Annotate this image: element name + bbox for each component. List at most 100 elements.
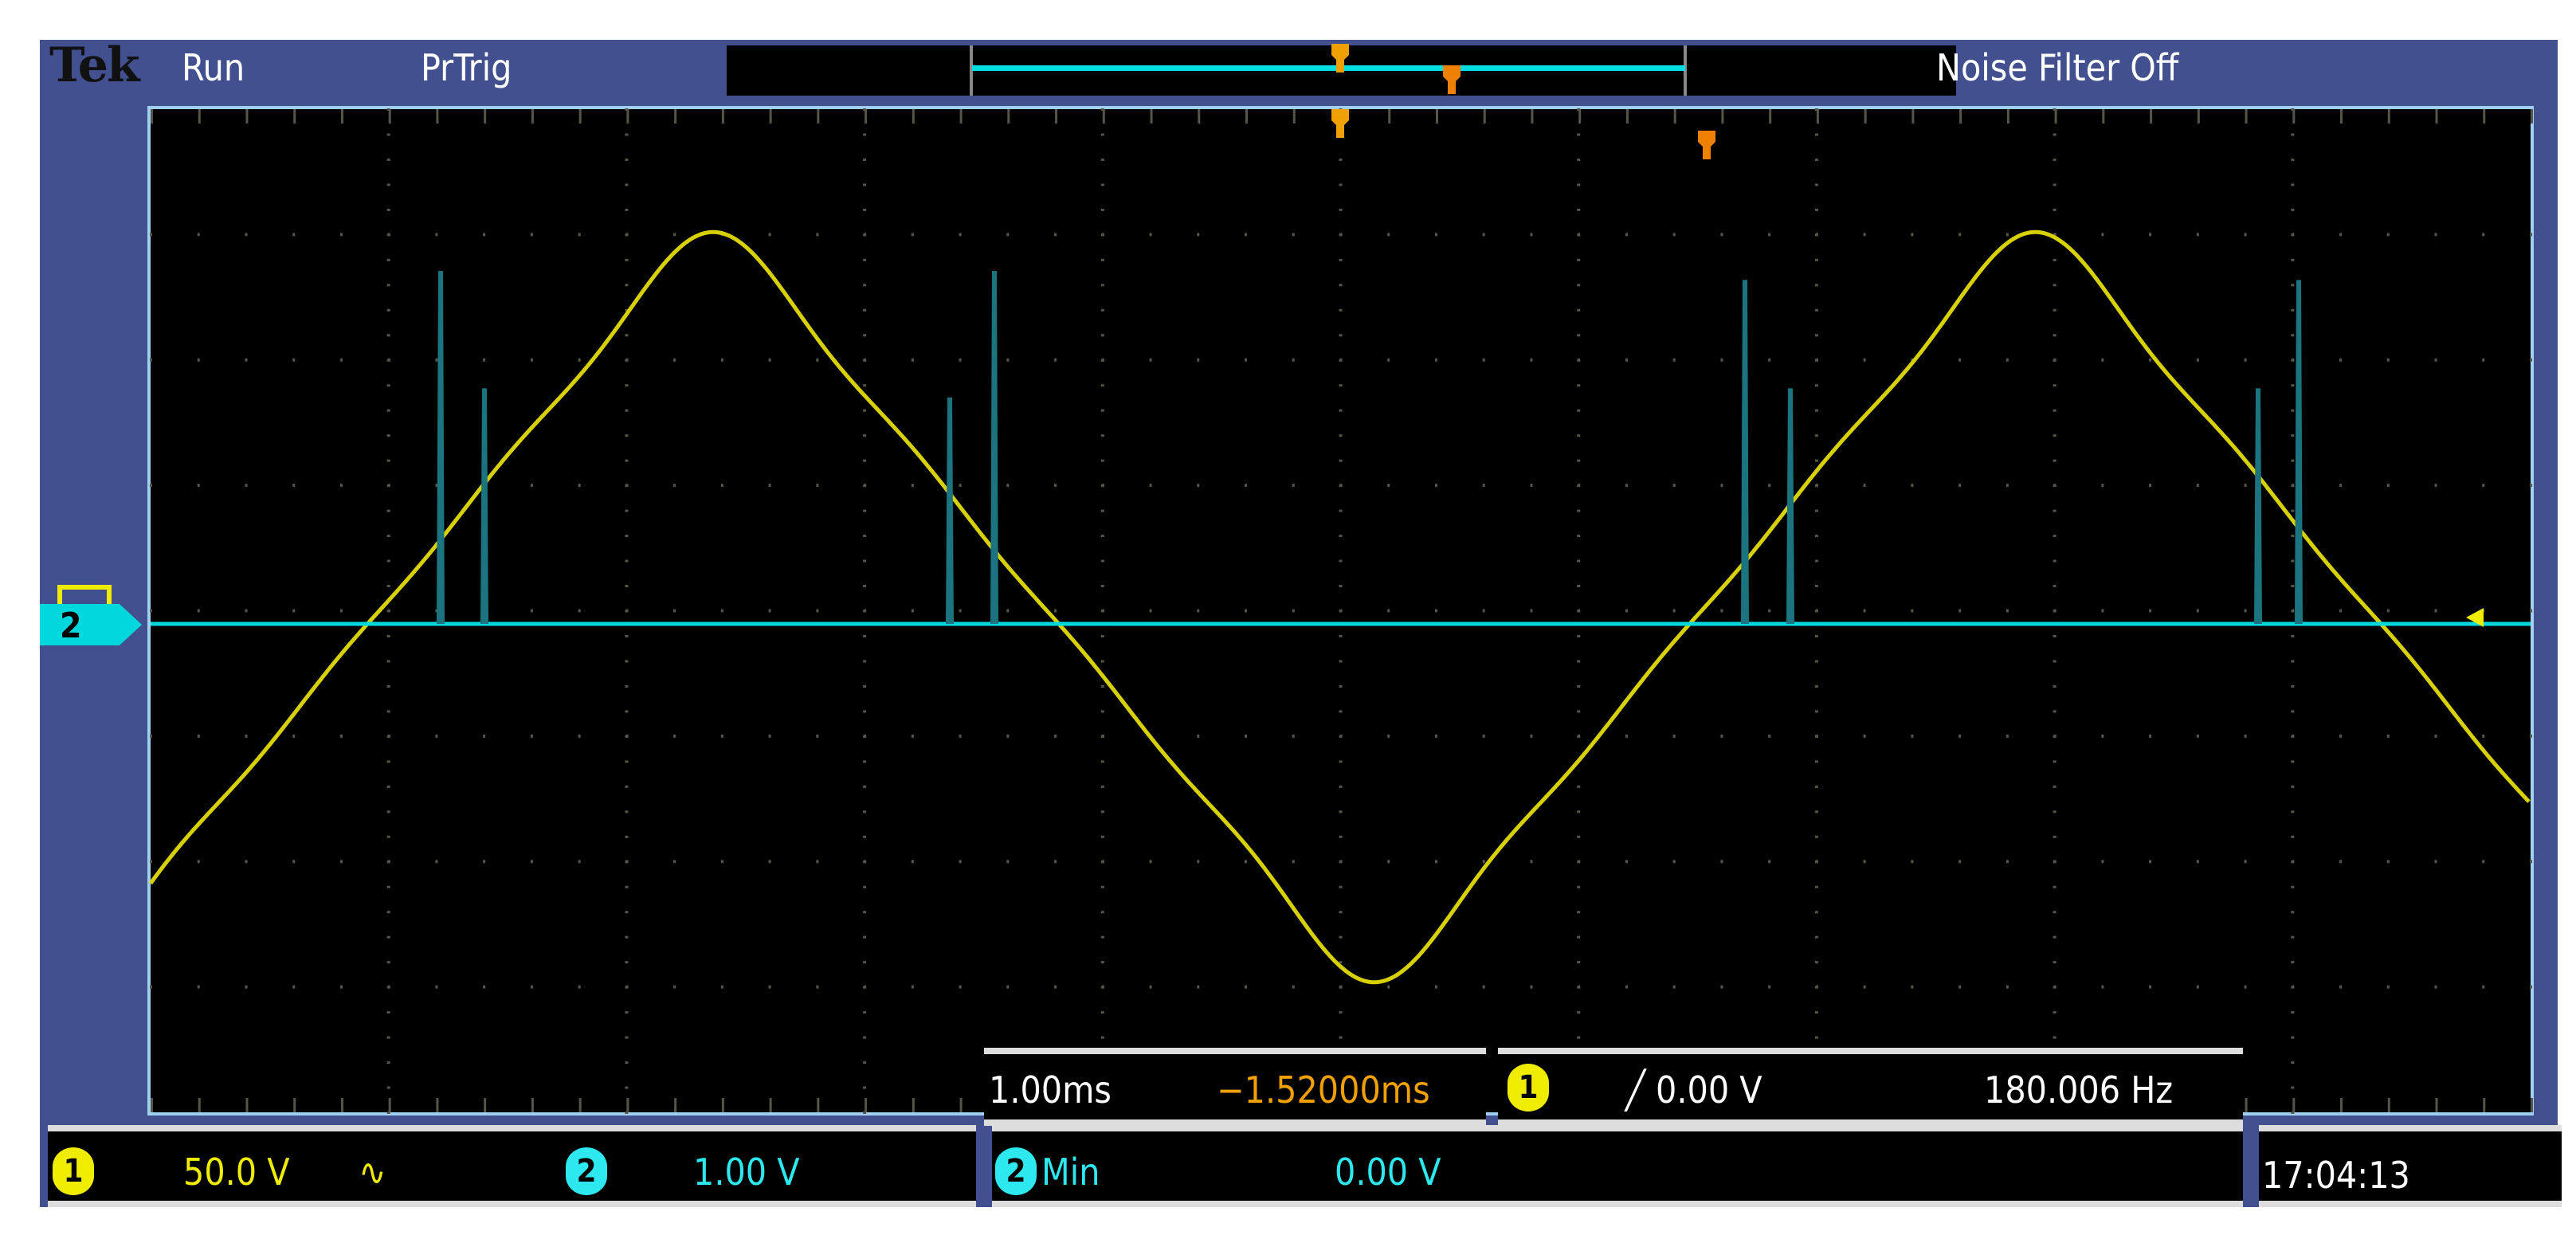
grid-dot <box>1100 284 1104 287</box>
ch1-scale: 50.0 V <box>183 1151 290 1194</box>
grid-dot <box>625 1061 629 1065</box>
grid-dot <box>245 358 248 362</box>
ch2-pulse <box>1786 388 1794 625</box>
grid-dot <box>816 734 819 738</box>
grid-dot <box>1100 509 1104 512</box>
grid-dot <box>1578 484 1581 488</box>
grid-dot <box>2244 985 2247 989</box>
grid-dot <box>2291 885 2295 888</box>
grid-dot <box>1339 785 1343 788</box>
grid-dot <box>245 734 248 738</box>
grid-dot <box>2530 985 2532 989</box>
grid-dot <box>720 484 723 488</box>
grid-dot <box>2482 734 2485 738</box>
grid-dot <box>1434 985 1437 989</box>
grid-dot <box>2291 1011 2295 1014</box>
grid-dot <box>2482 860 2485 864</box>
timebase-panel[interactable]: 1.00ms −1.52000ms <box>984 1048 1486 1126</box>
grid-dot <box>1100 660 1104 663</box>
channel-scale-panel[interactable]: 1 50.0 V ∿ 2 1.00 V <box>48 1125 976 1207</box>
grid-dot <box>863 835 867 838</box>
grid-dot <box>2434 358 2437 362</box>
grid-dot <box>386 785 390 788</box>
grid-dot <box>625 885 629 888</box>
grid-dot <box>959 985 962 989</box>
grid-dot <box>530 233 533 237</box>
grid-dot <box>2244 734 2247 738</box>
grid-dot <box>673 358 676 362</box>
grid-dot <box>1245 358 1248 362</box>
grid-dot <box>1911 734 1914 738</box>
grid-dot <box>2053 459 2056 462</box>
grid-dot <box>2053 308 2056 312</box>
grid-tick <box>674 1098 677 1112</box>
grid-dot <box>2386 484 2390 488</box>
grid-dot <box>1054 358 1057 362</box>
grid-dot <box>1814 935 1818 939</box>
grid-dot <box>1814 334 1818 337</box>
grid-dot <box>625 760 629 763</box>
grid-dot <box>1197 985 1200 989</box>
trigger-panel[interactable]: 1 ╱ 0.00 V 180.006 Hz <box>1498 1048 2243 1126</box>
grid-dot <box>1814 158 1818 161</box>
grid-dot <box>2053 409 2056 412</box>
grid-dot <box>2053 585 2056 588</box>
grid-dot <box>1814 835 1818 838</box>
grid-dot <box>2006 860 2009 864</box>
grid-dot <box>2006 985 2009 989</box>
grid-dot <box>959 860 962 864</box>
horizontal-position: −1.52000ms <box>1217 1068 1430 1112</box>
grid-dot <box>245 484 248 488</box>
grid-dot <box>768 484 771 488</box>
grid-dot <box>1530 985 1533 989</box>
grid-tick <box>151 1098 153 1112</box>
grid-dot <box>768 358 771 362</box>
grid-dot <box>625 559 629 563</box>
grid-dot <box>673 860 676 864</box>
grid-dot <box>386 885 390 888</box>
grid-dot <box>435 734 438 738</box>
grid-dot <box>625 985 629 989</box>
grid-dot <box>2196 358 2199 362</box>
grid-dot <box>863 183 867 186</box>
grid-dot <box>2053 634 2056 637</box>
grid-dot <box>2339 734 2343 738</box>
grid-dot <box>1339 585 1343 588</box>
grid-dot <box>2434 609 2437 613</box>
grid-dot <box>2291 710 2295 713</box>
grid-dot <box>2292 484 2295 488</box>
grid-dot <box>1339 559 1343 563</box>
measurement-panel[interactable]: 2 Min 0.00 V <box>992 1125 2243 1207</box>
ch1-badge[interactable]: 1 <box>53 1147 94 1195</box>
grid-dot <box>1958 484 1962 488</box>
ch2-badge[interactable]: 2 <box>566 1147 607 1195</box>
grid-dot <box>1578 358 1581 362</box>
ch2-pulse <box>1741 280 1749 625</box>
grid-dot <box>2101 358 2104 362</box>
grid-tick <box>2006 109 2009 124</box>
grid-dot <box>1100 935 1104 939</box>
grid-dot <box>1006 484 1010 488</box>
grid-tick <box>2531 1098 2533 1112</box>
grid-dot <box>1100 208 1104 211</box>
grid-dot <box>864 233 867 237</box>
grid-dot <box>1054 484 1057 488</box>
grid-dot <box>387 985 390 989</box>
grid-dot <box>1054 985 1057 989</box>
grid-dot <box>2149 233 2152 237</box>
grid-dot <box>1720 860 1723 864</box>
grid-dot <box>625 935 629 939</box>
grid-dot <box>1482 484 1485 488</box>
grid-dot <box>1197 609 1200 613</box>
grid-dot <box>673 734 676 738</box>
grid-dot <box>2244 484 2247 488</box>
grid-dot <box>625 961 629 964</box>
grid-dot <box>1434 609 1437 613</box>
grid-dot <box>1197 734 1200 738</box>
grid-dot <box>386 1061 390 1065</box>
grid-dot <box>863 158 867 161</box>
grid-tick <box>198 1098 201 1112</box>
grid-dot <box>2053 358 2056 362</box>
grid-dot <box>1577 961 1581 964</box>
grid-dot <box>2339 358 2343 362</box>
